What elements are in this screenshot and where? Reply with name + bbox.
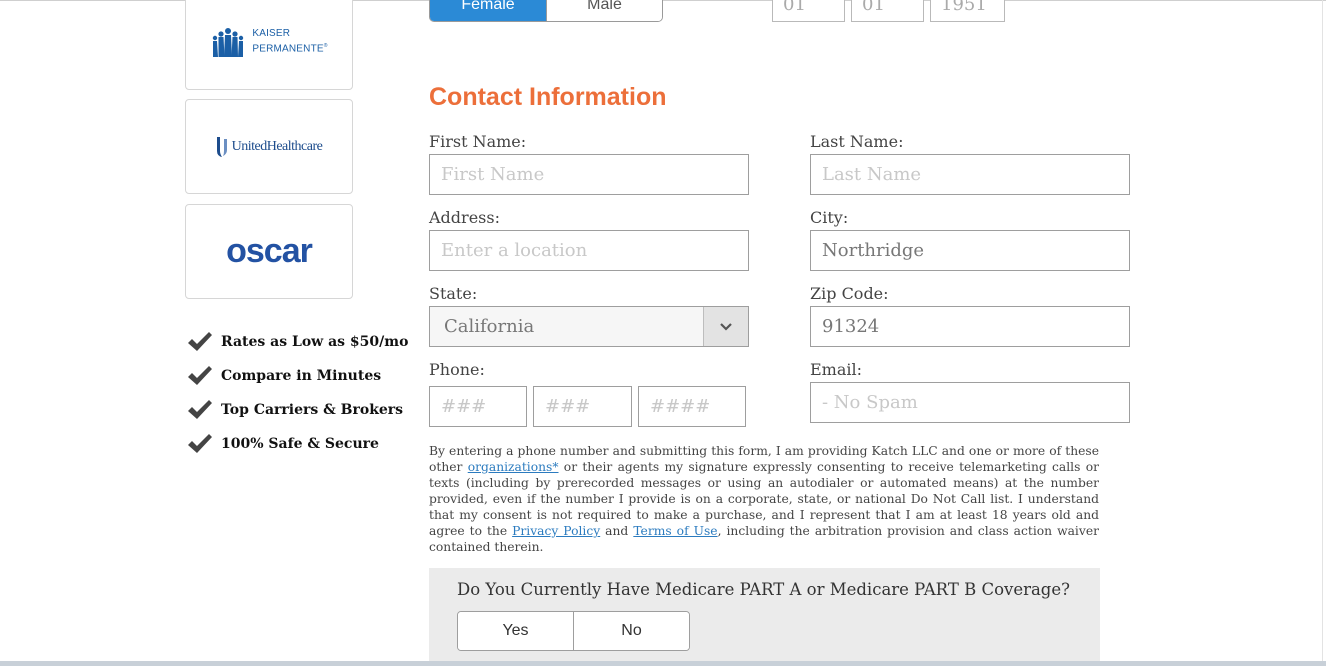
last-name-label: Last Name: [810,132,904,151]
phone-area-input[interactable] [429,386,527,427]
benefit-label: 100% Safe & Secure [221,436,379,452]
benefit-item: Rates as Low as $50/mo [186,325,408,359]
medicare-no-button[interactable]: No [573,612,689,650]
city-input[interactable] [810,230,1130,271]
benefit-label: Rates as Low as $50/mo [221,334,409,350]
privacy-policy-link[interactable]: Privacy Policy [512,524,600,538]
contact-section-title: Contact Information [429,83,667,111]
benefit-item: Compare in Minutes [186,359,408,393]
oscar-logo: oscar [226,232,313,270]
carrier-card-united: UnitedHealthcare [185,99,353,194]
address-label: Address: [429,208,500,227]
dob-day-field[interactable]: 01 [851,0,924,22]
benefits-list: Rates as Low as $50/mo Compare in Minute… [186,325,408,461]
kaiser-logo: KAISER PERMANENTE® [210,27,327,57]
carrier-card-kaiser: KAISER PERMANENTE® [185,0,353,90]
gender-toggle: Female Male [429,0,663,22]
first-name-label: First Name: [429,132,527,151]
consent-and: and [600,524,634,538]
state-label: State: [429,284,478,303]
medicare-question: Do You Currently Have Medicare PART A or… [457,580,1070,599]
phone-label: Phone: [429,360,485,379]
unitedhealthcare-text: UnitedHealthcare [231,138,323,154]
last-name-input[interactable] [810,154,1130,195]
chevron-down-icon[interactable] [703,307,748,346]
unitedhealthcare-logo: UnitedHealthcare [216,136,323,158]
medicare-yes-no-toggle: Yes No [457,611,690,651]
email-input[interactable] [810,382,1130,423]
checkmark-icon [188,400,212,419]
address-input[interactable] [429,230,749,271]
phone-line-input[interactable] [638,386,746,427]
state-selected-value: California [444,316,535,337]
kaiser-line1: KAISER [252,28,291,40]
carrier-card-oscar: oscar [185,204,353,299]
kaiser-people-icon [213,28,244,57]
gender-female-button[interactable]: Female [430,0,546,21]
benefit-item: Top Carriers & Brokers [186,393,408,427]
scrollbar-edge [1322,0,1323,666]
checkmark-icon [188,332,212,351]
city-label: City: [810,208,849,227]
zip-input[interactable] [810,306,1130,347]
checkmark-icon [188,366,212,385]
medicare-question-panel: Do You Currently Have Medicare PART A or… [429,568,1100,666]
kaiser-line2: PERMANENTE [252,43,324,55]
dob-month-field[interactable]: 01 [772,0,845,22]
consent-text: By entering a phone number and submittin… [429,443,1099,555]
medicare-yes-button[interactable]: Yes [458,612,573,650]
gender-male-button[interactable]: Male [546,0,662,21]
bottom-bar [0,661,1326,666]
benefit-label: Compare in Minutes [221,368,382,384]
phone-prefix-input[interactable] [533,386,632,427]
email-label: Email: [810,360,863,379]
state-select[interactable]: California [429,306,749,347]
benefit-label: Top Carriers & Brokers [221,402,404,418]
organizations-link[interactable]: organizations* [468,460,559,474]
terms-of-use-link[interactable]: Terms of Use [633,524,717,538]
zip-label: Zip Code: [810,284,889,303]
benefit-item: 100% Safe & Secure [186,427,408,461]
checkmark-icon [188,434,212,453]
first-name-input[interactable] [429,154,749,195]
unitedhealthcare-mark-icon [216,136,227,157]
dob-year-field[interactable]: 1951 [930,0,1005,22]
